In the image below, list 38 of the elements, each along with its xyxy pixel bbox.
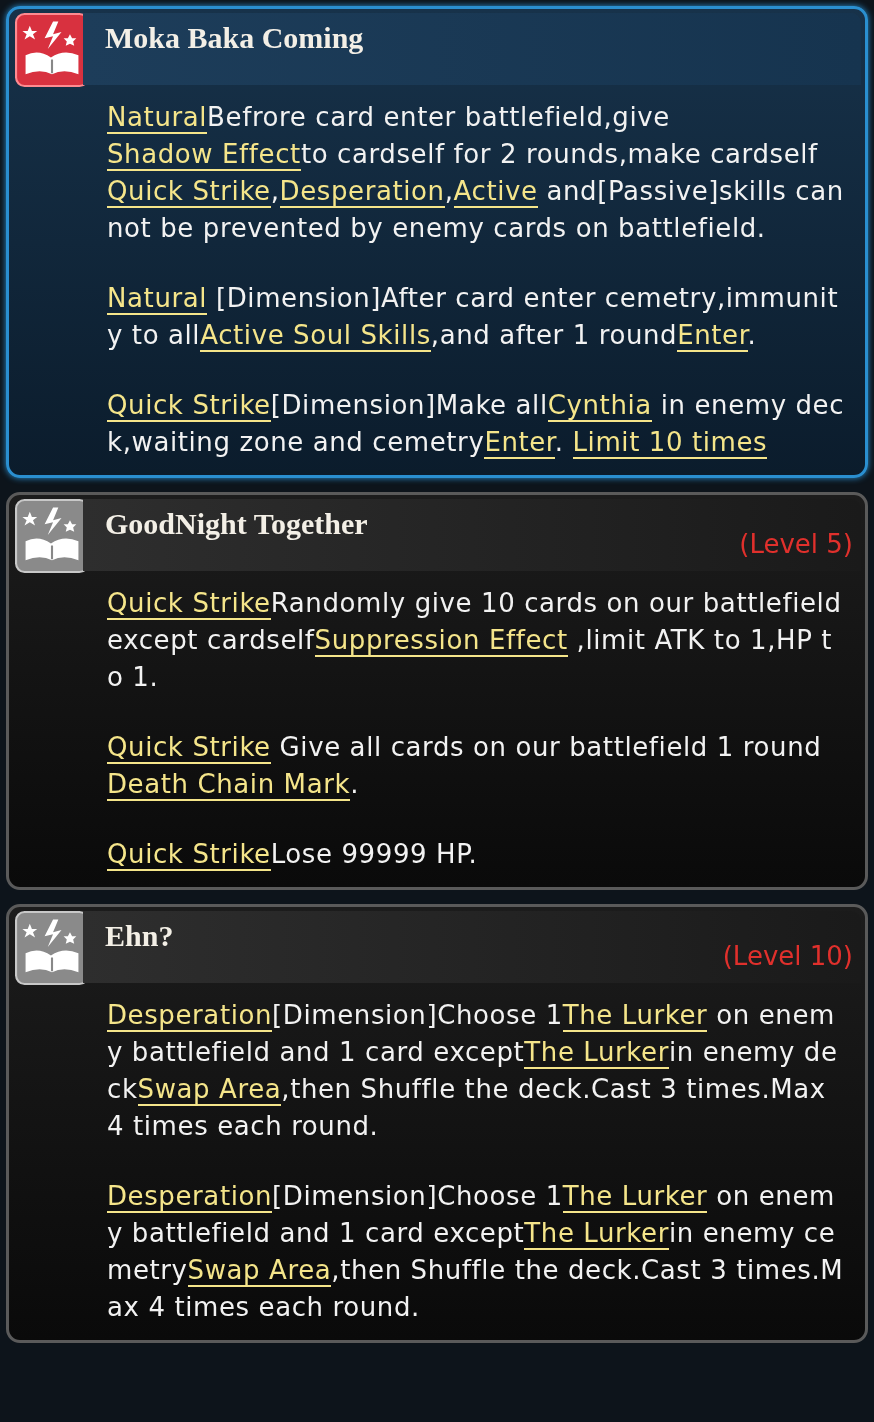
keyword-link[interactable]: Enter [484,427,555,459]
keyword-link[interactable]: Desperation [107,1000,273,1032]
keyword-link[interactable]: Swap Area [137,1074,282,1106]
skill-description: Quick Strike Give all cards on our battlefield 1 round Death Chain Mark. [107,731,823,803]
keyword-link[interactable]: The Lurker [562,1181,708,1213]
keyword-link[interactable]: Active [453,176,538,208]
keyword-link[interactable]: Desperation [107,1181,273,1213]
keyword-link[interactable]: Shadow Effect [107,139,301,171]
skill-description: Quick StrikeLose 99999 HP. [107,838,479,873]
keyword-link[interactable]: Swap Area [187,1255,332,1287]
keyword-link[interactable]: Desperation [279,176,445,208]
skill-title: Moka Baka Coming [105,21,364,55]
skill-level: (Level 5) [739,529,853,559]
keyword-link[interactable]: The Lurker [524,1037,669,1069]
skill-description: NaturalBefrore card enter battlefield,give Shadow Effectto cardself for 2 rounds,make cardself Quick Strike,Desperation,Active and[Passive]skills can not be prevented by enemy cards on battlefield. [107,101,845,245]
keyword-link[interactable]: Quick Strike [107,732,271,764]
keyword-link[interactable]: Natural [107,102,208,134]
keyword-link[interactable]: Quick Strike [107,390,271,422]
keyword-link[interactable]: Quick Strike [107,588,271,620]
keyword-link[interactable]: Suppression Effect [314,625,568,657]
skill-description: Natural [Dimension]After card enter cemetry,immunity to allActive Soul Skills,and after 1 roundEnter. [107,282,840,354]
keyword-link[interactable]: Enter [677,320,748,352]
keyword-link[interactable]: Limit 10 times [572,427,768,459]
keyword-link[interactable]: Death Chain Mark [107,769,351,801]
keyword-link[interactable]: The Lurker [562,1000,708,1032]
skill-description: Quick StrikeRandomly give 10 cards on our battlefield except cardselfSuppression Effect ,limit ATK to 1,HP to 1. [107,587,843,694]
keyword-link[interactable]: Natural [107,283,208,315]
skill-description: Quick Strike[Dimension]Make allCynthia in enemy deck,waiting zone and cemetryEnter. Limit 10 times [107,389,846,461]
keyword-link[interactable]: Cynthia [547,390,652,422]
keyword-link[interactable]: Quick Strike [107,176,271,208]
keyword-link[interactable]: The Lurker [524,1218,669,1250]
skill-description: Desperation[Dimension]Choose 1The Lurker on enemy battlefield and 1 card exceptThe Lurkerin enemy deckSwap Area,then Shuffle the deck.Cast 3 times.Max 4 times each round. [107,999,839,1143]
keyword-link[interactable]: Active Soul Skills [200,320,431,352]
keyword-link[interactable]: Quick Strike [107,839,271,871]
skill-level: (Level 10) [722,941,853,971]
skill-title: Ehn? [105,919,174,953]
skill-description: Desperation[Dimension]Choose 1The Lurker on enemy battlefield and 1 card exceptThe Lurkerin enemy cemetrySwap Area,then Shuffle the deck.Cast 3 times.Max 4 times each round. [107,1180,845,1324]
skill-title: GoodNight Together [105,507,368,541]
